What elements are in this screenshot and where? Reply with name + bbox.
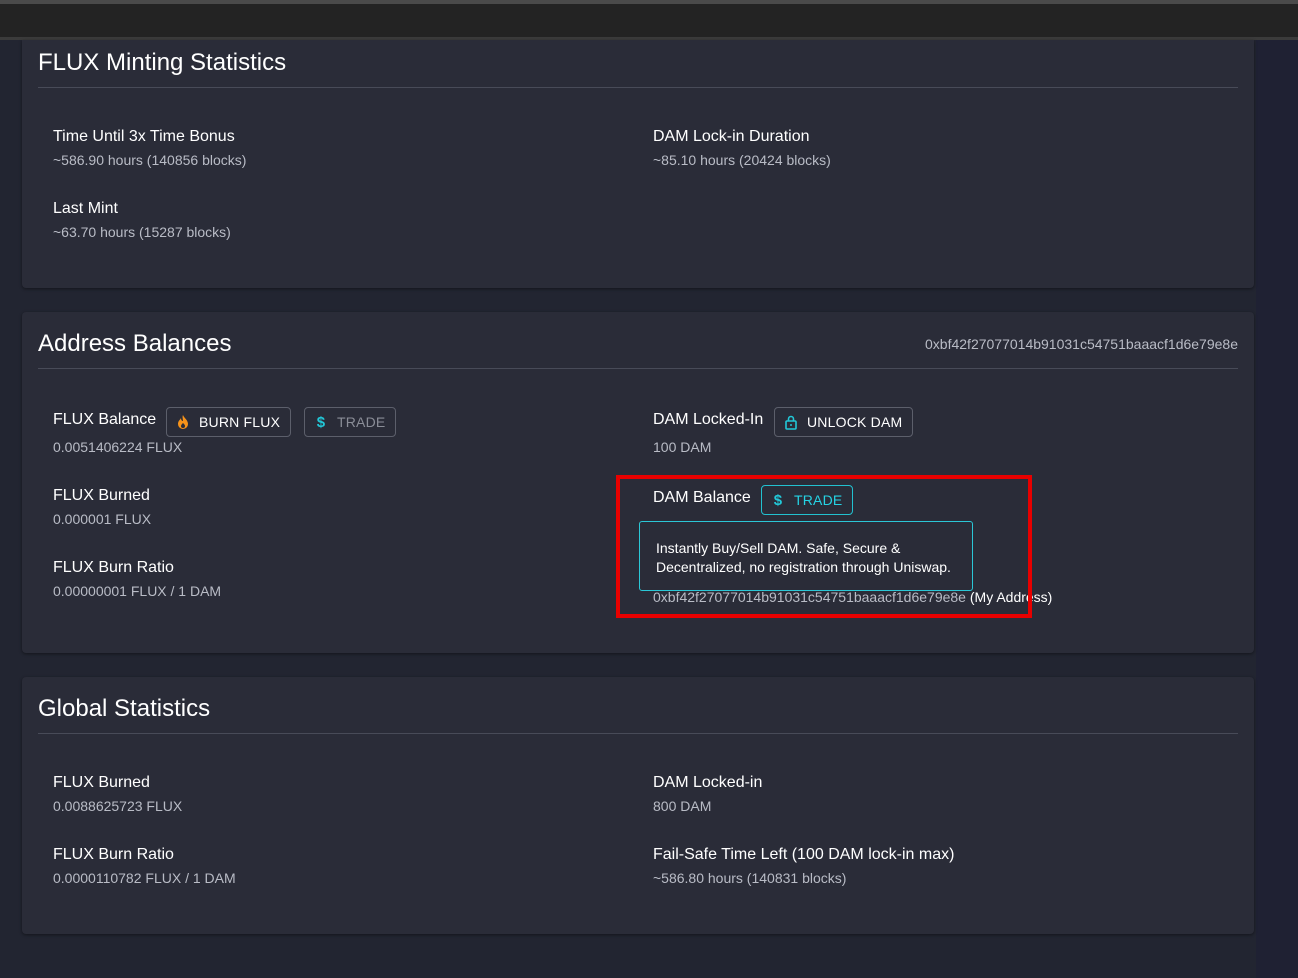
failsafe-label: Fail-Safe Time Left (100 DAM lock-in max… xyxy=(653,846,955,863)
last-mint-label: Last Mint xyxy=(53,200,118,217)
highlight-box xyxy=(616,475,1032,618)
browser-top-bar xyxy=(0,0,1298,40)
global-burn-ratio-value: 0.0000110782 FLUX / 1 DAM xyxy=(53,870,236,886)
lockin-duration-value: ~85.10 hours (20424 blocks) xyxy=(653,152,831,168)
trade-flux-button[interactable]: $ TRADE xyxy=(304,407,397,437)
flux-balance-label: FLUX Balance xyxy=(53,411,157,428)
flux-balance-value: 0.0051406224 FLUX xyxy=(53,439,183,455)
dam-locked-label: DAM Locked-In xyxy=(653,411,764,428)
global-statistics-card: Global Statistics FLUX Burned 0.00886257… xyxy=(22,677,1254,934)
unlock-dam-label: UNLOCK DAM xyxy=(807,414,903,430)
trade-flux-label: TRADE xyxy=(337,414,386,430)
flux-burned-value: 0.000001 FLUX xyxy=(53,511,152,527)
time-bonus-label: Time Until 3x Time Bonus xyxy=(53,128,235,145)
time-bonus-value: ~586.90 hours (140856 blocks) xyxy=(53,152,247,168)
dollar-icon: $ xyxy=(316,413,326,431)
global-burn-ratio-label: FLUX Burn Ratio xyxy=(53,846,174,863)
card-divider xyxy=(38,368,1238,369)
lock-icon xyxy=(783,414,799,430)
card-divider xyxy=(38,87,1238,88)
flux-burn-ratio-value: 0.00000001 FLUX / 1 DAM xyxy=(53,583,222,599)
global-flux-burned-label: FLUX Burned xyxy=(53,774,150,791)
header-address: 0xbf42f27077014b91031c54751baaacf1d6e79e… xyxy=(925,336,1238,352)
flux-burn-ratio-label: FLUX Burn Ratio xyxy=(53,559,174,576)
global-dam-locked-value: 800 DAM xyxy=(653,798,712,814)
global-dam-locked-label: DAM Locked-in xyxy=(653,774,763,791)
unlock-dam-button[interactable]: UNLOCK DAM xyxy=(774,407,914,437)
minting-statistics-title: FLUX Minting Statistics xyxy=(38,49,287,76)
card-divider xyxy=(38,733,1238,734)
minting-statistics-card: FLUX Minting Statistics Time Until 3x Ti… xyxy=(22,40,1254,288)
flame-icon xyxy=(175,414,191,430)
failsafe-value: ~586.80 hours (140831 blocks) xyxy=(653,870,847,886)
burn-flux-label: BURN FLUX xyxy=(199,414,281,430)
last-mint-value: ~63.70 hours (15287 blocks) xyxy=(53,224,231,240)
flux-burned-label: FLUX Burned xyxy=(53,487,150,504)
page-side-background xyxy=(1256,40,1298,978)
burn-flux-button[interactable]: BURN FLUX xyxy=(166,407,292,437)
dam-locked-value: 100 DAM xyxy=(653,439,712,455)
global-statistics-title: Global Statistics xyxy=(38,695,211,722)
lockin-duration-label: DAM Lock-in Duration xyxy=(653,128,810,145)
global-flux-burned-value: 0.0088625723 FLUX xyxy=(53,798,183,814)
address-balances-title: Address Balances xyxy=(38,330,232,357)
